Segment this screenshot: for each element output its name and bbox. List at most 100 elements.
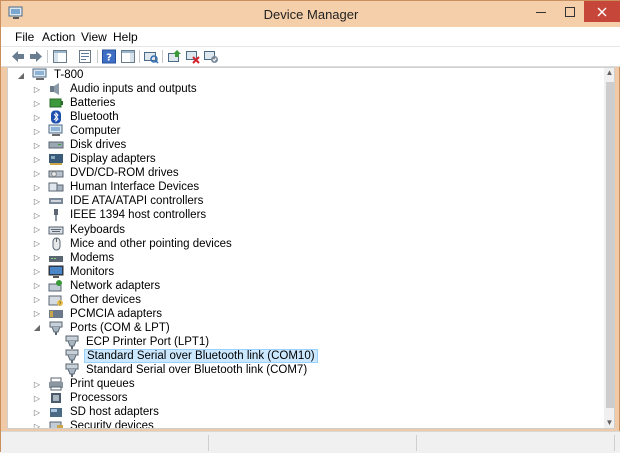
expand-arrow-icon[interactable]: ▷ [32,307,42,321]
tree-category[interactable]: ▷ IEEE 1394 host controllers [32,208,208,222]
processor-icon [51,393,61,404]
scrollbar-thumb[interactable] [606,82,614,408]
menu-action[interactable]: Action [42,30,75,44]
menu-file[interactable]: File [15,30,34,44]
tree-category[interactable]: ◢ Ports (COM & LPT) [32,321,172,335]
expand-arrow-icon[interactable]: ▷ [32,194,42,208]
maximize-button[interactable] [556,1,584,22]
tree-category[interactable]: ▷ Modems [32,251,116,265]
menu-help[interactable]: Help [113,30,138,44]
console-tree-icon [53,50,67,63]
tree-category-label: Display adapters [70,153,156,166]
modem-icon [49,255,63,262]
tree-category-label: IEEE 1394 host controllers [70,209,207,222]
tree-category[interactable]: ▷ Audio inputs and outputs [32,82,199,96]
arrow-left-icon [12,51,24,62]
expand-arrow-icon[interactable]: ▷ [32,293,42,307]
show-hide-console-tree-button[interactable] [52,49,68,64]
close-button[interactable] [584,1,620,22]
expand-arrow-icon[interactable]: ▷ [32,377,42,391]
computer-icon [32,68,47,80]
tree-category-label: SD host adapters [70,406,159,419]
forward-button[interactable] [28,49,44,64]
security-device-icon [49,421,63,428]
enable-device-icon [204,51,218,63]
tree-category[interactable]: ▷ Network adapters [32,279,162,293]
tree-category[interactable]: ▷ Security devices [32,419,156,428]
svg-text:?: ? [106,53,112,64]
tree-category[interactable]: ▷ Processors [32,391,130,405]
tree-category[interactable]: ▷ Mice and other pointing devices [32,237,234,251]
tree-category[interactable]: ▷ DVD/CD-ROM drives [32,166,181,180]
menu-bar: File Action View Help [1,27,620,47]
tree-category[interactable]: ▷ Monitors [32,265,116,279]
expand-arrow-icon[interactable]: ▷ [32,152,42,166]
status-cell [3,435,209,451]
expand-arrow-icon[interactable]: ▷ [32,208,42,222]
tree-category[interactable]: ▷ Print queues [32,377,137,391]
tree-category[interactable]: ▷ Keyboards [32,223,127,237]
scroll-up-arrow-icon[interactable]: ▲ [604,68,614,78]
vertical-scrollbar[interactable]: ▲ ▼ [604,68,614,428]
scan-hardware-button[interactable] [143,49,159,64]
collapse-arrow-icon[interactable]: ◢ [16,68,26,82]
port-icon [65,335,79,349]
keyboard-icon [48,226,64,234]
tree-device[interactable]: ECP Printer Port (LPT1) [48,335,211,349]
tree-category[interactable]: ▷ Display adapters [32,152,158,166]
show-action-pane-button[interactable] [120,49,136,64]
tree-category[interactable]: ▷ Computer [32,124,123,138]
tree-category[interactable]: ▷ Human Interface Devices [32,180,201,194]
expand-arrow-icon[interactable]: ▷ [32,124,42,138]
tree-device[interactable]: Standard Serial over Bluetooth link (COM… [48,363,309,377]
tree-category-label: Print queues [70,378,135,391]
minimize-button[interactable] [527,1,555,22]
expand-arrow-icon[interactable]: ▷ [32,96,42,110]
back-button[interactable] [10,49,26,64]
sd-adapter-icon [50,408,62,418]
menu-view[interactable]: View [81,30,107,44]
pcmcia-icon [49,309,63,318]
expand-arrow-icon[interactable]: ▷ [32,82,42,96]
battery-icon [49,98,63,108]
expand-arrow-icon[interactable]: ▷ [32,223,42,237]
tree-root[interactable]: ◢ T-800 [16,68,85,82]
properties-button[interactable] [77,49,93,64]
expand-arrow-icon[interactable]: ▷ [32,405,42,419]
tree-category-label: Bluetooth [70,111,119,124]
update-driver-icon [168,50,181,62]
tree-category[interactable]: ▷ Batteries [32,96,117,110]
tree-category[interactable]: ▷ SD host adapters [32,405,161,419]
expand-arrow-icon[interactable]: ▷ [32,391,42,405]
tree-category[interactable]: ▷ IDE ATA/ATAPI controllers [32,194,205,208]
status-cell [211,435,417,451]
tree-category[interactable]: ▷? Other devices [32,293,143,307]
tree-category[interactable]: ▷ Bluetooth [32,110,121,124]
expand-arrow-icon[interactable]: ▷ [32,166,42,180]
enable-device-button[interactable] [203,49,219,64]
expand-arrow-icon[interactable]: ▷ [32,265,42,279]
expand-arrow-icon[interactable]: ▷ [32,419,42,428]
help-button[interactable]: ? [101,49,117,64]
title-bar[interactable]: Device Manager [1,1,620,27]
toolbar: ? [1,47,620,67]
expand-arrow-icon[interactable]: ▷ [32,237,42,251]
tree-category-label: Disk drives [70,139,127,152]
collapse-arrow-icon[interactable]: ◢ [32,321,42,335]
disk-drive-icon [48,141,64,149]
expand-arrow-icon[interactable]: ▷ [32,138,42,152]
expand-arrow-icon[interactable]: ▷ [32,110,42,124]
uninstall-button[interactable] [185,49,201,64]
tree-category-label: Mice and other pointing devices [70,237,232,250]
tree-category[interactable]: ▷ PCMCIA adapters [32,307,164,321]
tree-category-label: Keyboards [70,223,125,236]
expand-arrow-icon[interactable]: ▷ [32,279,42,293]
tree-category[interactable]: ▷ Disk drives [32,138,128,152]
tree-device[interactable]: Standard Serial over Bluetooth link (COM… [48,348,318,363]
expand-arrow-icon[interactable]: ▷ [32,180,42,194]
expand-arrow-icon[interactable]: ▷ [32,251,42,265]
update-driver-button[interactable] [167,49,183,64]
hid-icon [48,182,64,192]
scroll-down-arrow-icon[interactable]: ▼ [604,418,614,428]
